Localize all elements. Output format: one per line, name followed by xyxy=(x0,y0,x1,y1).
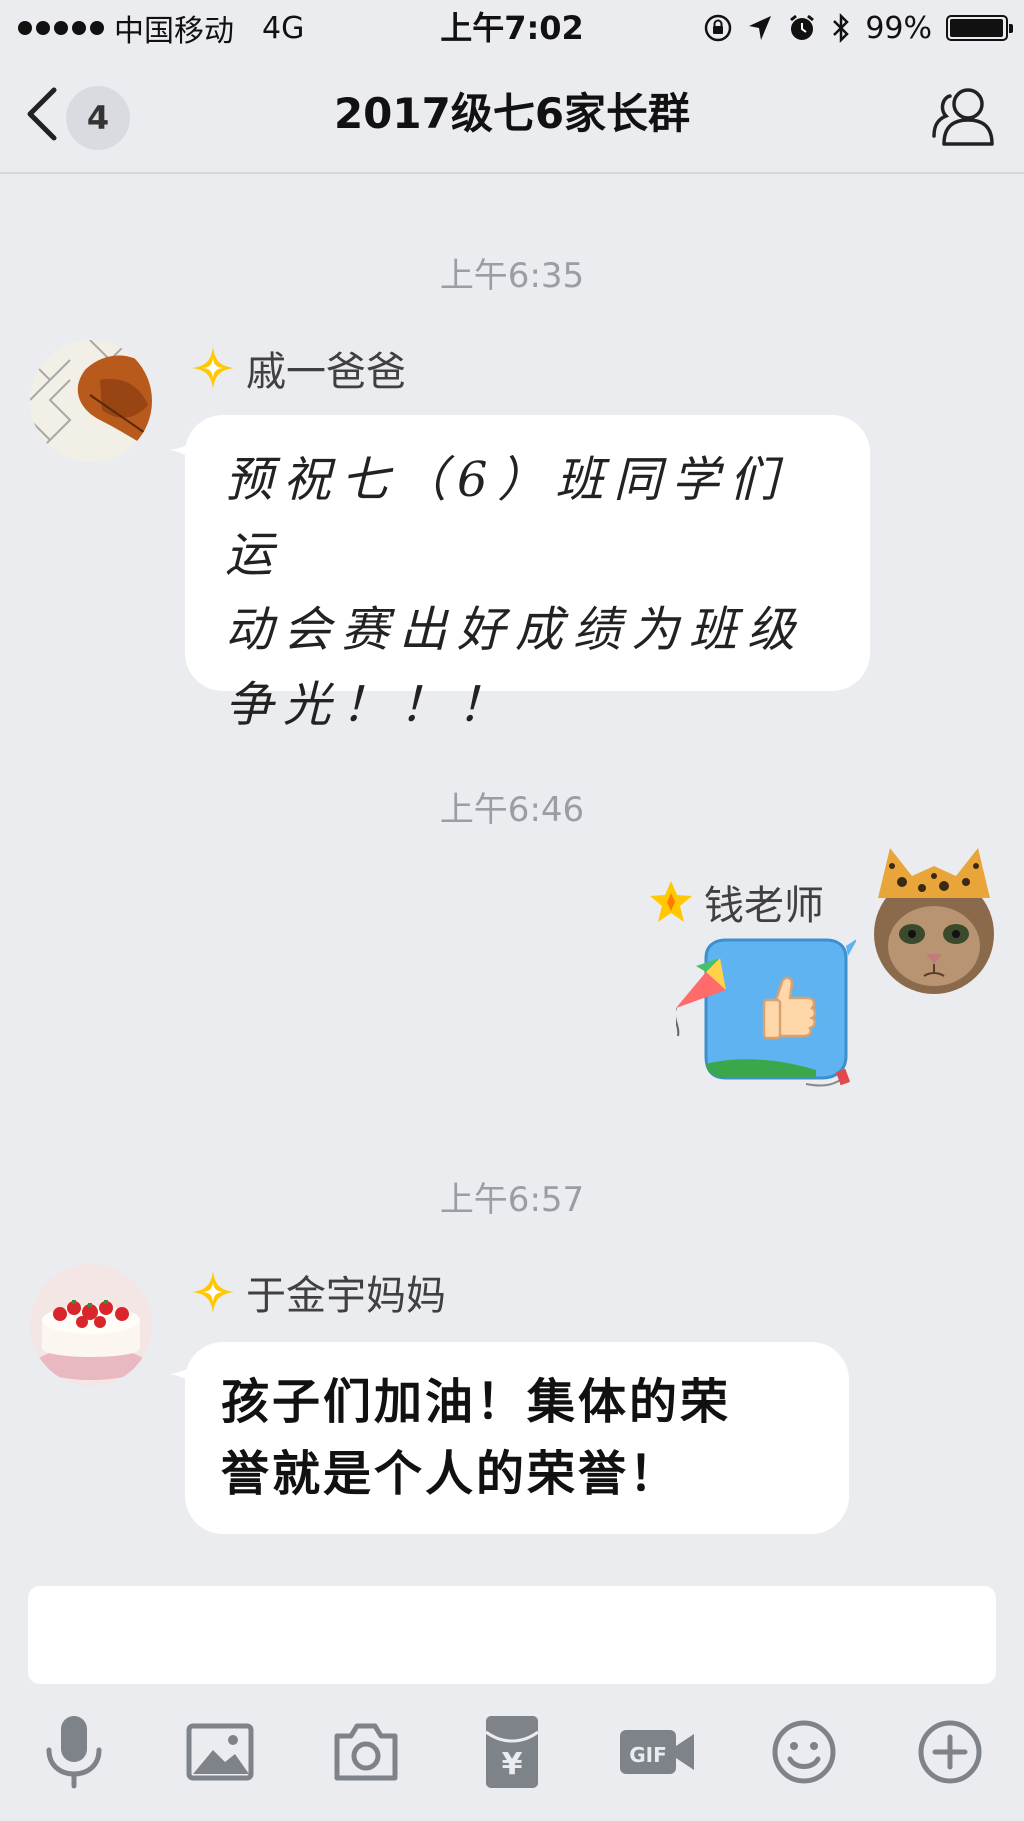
sender-name: 钱老师 xyxy=(704,883,824,929)
photo-button[interactable] xyxy=(180,1712,260,1792)
thumbs-up-sticker xyxy=(673,938,858,1087)
lock-rotation-icon xyxy=(705,14,732,42)
microphone-icon xyxy=(46,1716,102,1789)
message-timestamp: 上午6:35 xyxy=(439,256,585,296)
plus-icon xyxy=(918,1720,982,1784)
status-icons: 99% xyxy=(703,8,1013,48)
message-line: 孩子们加油！集体的荣 xyxy=(221,1374,732,1430)
yuan-symbol: ¥ xyxy=(502,1747,523,1782)
battery-icon xyxy=(946,15,1013,41)
message-line: 誉就是个人的荣誉！ xyxy=(221,1446,681,1502)
bluetooth-icon xyxy=(833,12,850,44)
more-button[interactable] xyxy=(910,1712,990,1792)
sticker-message[interactable] xyxy=(673,936,858,1096)
red-packet-button[interactable]: ¥ xyxy=(472,1712,552,1792)
gif-button[interactable]: GIF xyxy=(618,1712,698,1792)
image-icon xyxy=(186,1723,254,1781)
location-arrow-icon xyxy=(749,16,772,40)
sender-name-row: 于金宇妈妈 xyxy=(190,1264,446,1320)
group-title: 2017级七6家长群 xyxy=(333,89,691,138)
sender-name-row: 钱老师 xyxy=(648,874,824,930)
message-line: 预祝七（6）班同学们运 xyxy=(225,452,788,583)
strawberry-cake-avatar-image xyxy=(30,1264,152,1386)
status-bar: 中国移动 4G 上午7:02 99% xyxy=(0,0,1024,56)
message-timestamp: 上午6:57 xyxy=(439,1180,585,1220)
cat-avatar-image xyxy=(874,848,994,994)
owner-star-icon xyxy=(650,881,692,922)
voice-button[interactable] xyxy=(34,1712,114,1792)
sender-name: 于金宇妈妈 xyxy=(246,1273,446,1319)
camera-button[interactable] xyxy=(326,1712,406,1792)
nav-bar: 4 2017级七6家长群 xyxy=(0,56,1024,174)
alarm-icon xyxy=(790,14,815,40)
group-members-icon[interactable] xyxy=(930,82,1000,152)
battery-level xyxy=(950,19,1003,37)
member-star-icon xyxy=(192,1271,234,1313)
input-toolbar: ¥ GIF xyxy=(0,1712,1024,1802)
message-bubble[interactable]: 孩子们加油！集体的荣 誉就是个人的荣誉！ xyxy=(185,1342,849,1534)
sender-name: 戚一爸爸 xyxy=(246,349,406,395)
message-input[interactable] xyxy=(28,1586,996,1684)
sender-name-row: 戚一爸爸 xyxy=(190,340,406,396)
message-timestamp: 上午6:46 xyxy=(439,790,585,830)
battery-percent: 99% xyxy=(865,10,932,46)
message-bubble[interactable]: 预祝七（6）班同学们运 动会赛出好成绩为班级 争光！！！ xyxy=(185,415,870,733)
avatar[interactable] xyxy=(30,340,152,462)
avatar[interactable] xyxy=(872,836,996,996)
message-line: 动会赛出好成绩为班级 xyxy=(225,602,806,658)
message-line: 争光！！！ xyxy=(225,677,516,733)
gif-label: GIF xyxy=(629,1743,667,1767)
emoji-button[interactable] xyxy=(764,1712,844,1792)
camera-icon xyxy=(334,1723,398,1781)
autumn-leaf-avatar-image xyxy=(30,340,152,462)
gif-icon: GIF xyxy=(620,1730,694,1774)
emoji-icon xyxy=(772,1720,836,1784)
red-packet-icon: ¥ xyxy=(485,1716,539,1788)
avatar[interactable] xyxy=(30,1264,152,1386)
member-star-icon xyxy=(192,347,234,389)
